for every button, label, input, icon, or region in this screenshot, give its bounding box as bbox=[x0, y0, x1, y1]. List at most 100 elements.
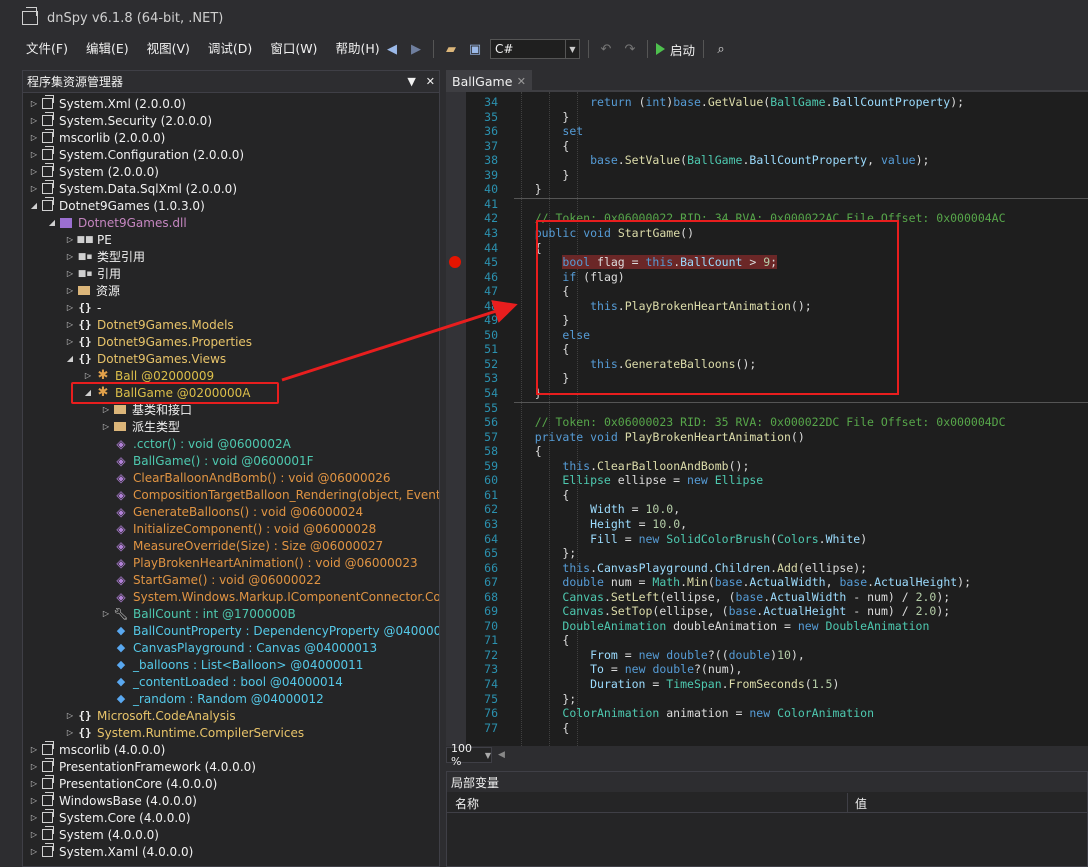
expand-icon[interactable]: ▷ bbox=[65, 320, 75, 329]
expand-icon[interactable]: ▷ bbox=[65, 286, 75, 295]
tree-item[interactable]: ◈ System.Windows.Markup.IComponentConnect… bbox=[101, 588, 439, 605]
tree-item[interactable]: ▷ PresentationFramework (4.0.0.0) bbox=[29, 758, 256, 775]
tree-item[interactable]: ◢ Dotnet9Games (1.0.3.0) bbox=[29, 197, 205, 214]
code-line[interactable]: From = new double?((double)10), bbox=[507, 648, 805, 662]
tree-item[interactable]: ◈ MeasureOverride(Size) : Size @06000027 bbox=[101, 537, 383, 554]
expand-icon[interactable]: ▷ bbox=[65, 303, 75, 312]
tree-item[interactable]: ▷ System (2.0.0.0) bbox=[29, 163, 159, 180]
code-line[interactable]: Width = 10.0, bbox=[507, 502, 680, 516]
tree-item[interactable]: ◢ Dotnet9Games.dll bbox=[47, 214, 187, 231]
tree-item[interactable]: ▷{} System.Runtime.CompilerServices bbox=[65, 724, 304, 741]
tree-item[interactable]: ▷ System (4.0.0.0) bbox=[29, 826, 159, 843]
expand-icon[interactable]: ▷ bbox=[29, 99, 39, 108]
expand-icon[interactable]: ▷ bbox=[29, 184, 39, 193]
expand-icon[interactable]: ▷ bbox=[101, 609, 111, 618]
expand-icon[interactable]: ▷ bbox=[29, 116, 39, 125]
dropdown-icon[interactable]: ▼ bbox=[407, 75, 415, 88]
code-line[interactable]: { bbox=[507, 721, 569, 735]
tree-item[interactable]: ▷ System.Xml (2.0.0.0) bbox=[29, 95, 186, 112]
code-line[interactable]: }; bbox=[507, 692, 576, 706]
close-icon[interactable]: ✕ bbox=[517, 75, 526, 88]
redo-icon[interactable]: ↷ bbox=[621, 40, 639, 58]
tree-item[interactable]: ▷ System.Data.SqlXml (2.0.0.0) bbox=[29, 180, 237, 197]
code-line[interactable]: }; bbox=[507, 546, 576, 560]
tree-item[interactable]: ▷ 🔧︎ BallCount : int @1700000B bbox=[101, 605, 296, 622]
code-line[interactable]: base.SetValue(BallGame.BallCountProperty… bbox=[507, 153, 929, 167]
code-line[interactable]: { bbox=[507, 139, 569, 153]
expand-icon[interactable]: ▷ bbox=[65, 337, 75, 346]
code-line[interactable]: } bbox=[507, 168, 569, 182]
code-line[interactable]: set bbox=[507, 124, 583, 138]
code-line[interactable]: Height = 10.0, bbox=[507, 517, 687, 531]
tree-item[interactable]: ◈ InitializeComponent() : void @06000028 bbox=[101, 520, 376, 537]
expand-icon[interactable]: ▷ bbox=[29, 150, 39, 159]
code-line[interactable]: Canvas.SetTop(ellipse, (base.ActualHeigh… bbox=[507, 604, 950, 618]
code-line[interactable]: return (int)base.GetValue(BallGame.BallC… bbox=[507, 95, 964, 109]
code-line[interactable]: // Token: 0x06000023 RID: 35 RVA: 0x0000… bbox=[507, 415, 1006, 429]
code-line[interactable]: { bbox=[507, 488, 569, 502]
code-editor[interactable]: 34 return (int)base.GetValue(BallGame.Ba… bbox=[446, 92, 1088, 746]
tree-item[interactable]: ▷ mscorlib (4.0.0.0) bbox=[29, 741, 165, 758]
code-line[interactable]: this.CanvasPlayground.Children.Add(ellip… bbox=[507, 561, 867, 575]
tree-item[interactable]: ▷{} Dotnet9Games.Models bbox=[65, 316, 234, 333]
expand-icon[interactable]: ▷ bbox=[65, 269, 75, 278]
tree-item[interactable]: ▷ ■▪ 类型引用 bbox=[65, 248, 145, 265]
tab-ballgame[interactable]: BallGame ✕ bbox=[446, 70, 532, 92]
tree-item[interactable]: ▷ 资源 bbox=[65, 282, 120, 299]
expand-icon[interactable]: ▷ bbox=[29, 796, 39, 805]
tree-item[interactable]: ▷ ■▪ 引用 bbox=[65, 265, 121, 282]
expand-icon[interactable]: ▷ bbox=[101, 422, 111, 431]
tree-item[interactable]: ▷ System.Xaml (4.0.0.0) bbox=[29, 843, 193, 860]
expand-icon[interactable]: ▷ bbox=[29, 847, 39, 856]
code-line[interactable]: DoubleAnimation doubleAnimation = new Do… bbox=[507, 619, 929, 633]
menu-debug[interactable]: 调试(D) bbox=[199, 38, 261, 60]
tree-item[interactable]: ◆ _contentLoaded : bool @04000014 bbox=[101, 673, 343, 690]
expand-icon[interactable]: ▷ bbox=[101, 405, 111, 414]
tree-item[interactable]: ▷ 派生类型 bbox=[101, 418, 180, 435]
tree-item[interactable]: ▷{} - bbox=[65, 299, 101, 316]
forward-icon[interactable]: ▶ bbox=[407, 40, 425, 58]
undo-icon[interactable]: ↶ bbox=[597, 40, 615, 58]
expand-icon[interactable]: ▷ bbox=[65, 252, 75, 261]
expand-icon[interactable]: ▷ bbox=[65, 235, 75, 244]
expand-icon[interactable]: ▷ bbox=[29, 167, 39, 176]
collapse-icon[interactable]: ◢ bbox=[65, 354, 75, 363]
language-select[interactable]: C# ▼ bbox=[490, 39, 580, 59]
breakpoint-gutter[interactable] bbox=[446, 92, 466, 746]
tree-item[interactable]: ◆ BallCountProperty : DependencyProperty … bbox=[101, 622, 439, 639]
menu-file[interactable]: 文件(F) bbox=[17, 38, 77, 60]
collapse-icon[interactable]: ◢ bbox=[29, 201, 39, 210]
zoom-select[interactable]: 100 % ▼ bbox=[446, 742, 492, 768]
menu-window[interactable]: 窗口(W) bbox=[261, 38, 326, 60]
tree-item[interactable]: ▷ ■■ PE bbox=[65, 231, 112, 248]
menu-view[interactable]: 视图(V) bbox=[138, 38, 199, 60]
menu-edit[interactable]: 编辑(E) bbox=[77, 38, 138, 60]
tree-item[interactable]: ▷{} Microsoft.CodeAnalysis bbox=[65, 707, 236, 724]
expand-icon[interactable]: ▷ bbox=[29, 813, 39, 822]
tree-item[interactable]: ◈ BallGame() : void @0600001F bbox=[101, 452, 313, 469]
back-icon[interactable]: ◀ bbox=[383, 40, 401, 58]
save-icon[interactable]: ▣ bbox=[466, 40, 484, 58]
tree-item[interactable]: ▷ System.Security (2.0.0.0) bbox=[29, 112, 212, 129]
tree-item[interactable]: ◢{} Dotnet9Games.Views bbox=[65, 350, 226, 367]
tree-item[interactable]: ▷ mscorlib (2.0.0.0) bbox=[29, 129, 165, 146]
code-line[interactable]: } bbox=[507, 110, 569, 124]
tree-item[interactable]: ◈ .cctor() : void @0600002A bbox=[101, 435, 291, 452]
expand-icon[interactable]: ▷ bbox=[29, 830, 39, 839]
code-line[interactable]: Canvas.SetLeft(ellipse, (base.ActualWidt… bbox=[507, 590, 950, 604]
expand-icon[interactable]: ▷ bbox=[83, 371, 93, 380]
tree-item[interactable]: ◈ CompositionTargetBalloon_Rendering(obje… bbox=[101, 486, 439, 503]
tree-item[interactable]: ▷ System.Configuration (2.0.0.0) bbox=[29, 146, 244, 163]
expand-icon[interactable]: ▷ bbox=[65, 711, 75, 720]
code-line[interactable]: this.ClearBalloonAndBomb(); bbox=[507, 459, 749, 473]
tree-item[interactable]: ▷{} Dotnet9Games.Properties bbox=[65, 333, 252, 350]
tree-item[interactable]: ◈ StartGame() : void @06000022 bbox=[101, 571, 321, 588]
tree-item[interactable]: ◆ _random : Random @04000012 bbox=[101, 690, 324, 707]
code-line[interactable]: To = new double?(num), bbox=[507, 662, 742, 676]
menu-help[interactable]: 帮助(H) bbox=[326, 38, 388, 60]
code-line[interactable]: Fill = new SolidColorBrush(Colors.White) bbox=[507, 532, 867, 546]
code-line[interactable]: } bbox=[507, 182, 542, 196]
open-icon[interactable]: ▰ bbox=[442, 40, 460, 58]
code-line[interactable]: private void PlayBrokenHeartAnimation() bbox=[507, 430, 805, 444]
tree-item[interactable]: ◈ PlayBrokenHeartAnimation() : void @0600… bbox=[101, 554, 417, 571]
